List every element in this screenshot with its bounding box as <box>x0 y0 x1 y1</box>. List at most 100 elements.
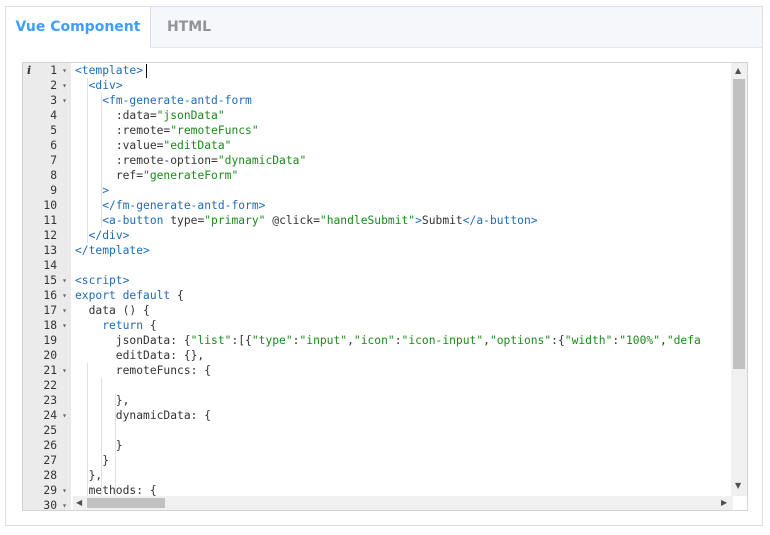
code-line: 4 :data="jsonData" <box>23 108 735 123</box>
indent-guide <box>87 363 88 510</box>
scroll-up-arrow-icon[interactable]: ▲ <box>735 66 741 75</box>
code-text: <template> <box>75 64 144 77</box>
code-text: </template> <box>75 244 150 257</box>
code-text: export default { <box>75 289 184 302</box>
code-line: 7 :remote-option="dynamicData" <box>23 153 735 168</box>
scroll-down-arrow-icon[interactable]: ▼ <box>735 481 741 490</box>
code-text: }, <box>75 469 103 482</box>
code-line: 17 ▾ data () { <box>23 303 735 318</box>
line-number: 1 <box>50 64 57 77</box>
code-line: i 1 ▾ <template> <box>23 63 735 78</box>
code-line: 16 ▾ export default { <box>23 288 735 303</box>
code-text: <script> <box>75 274 130 287</box>
fold-toggle-icon[interactable]: ▾ <box>60 78 69 93</box>
line-number: 7 <box>50 154 57 167</box>
line-number: 28 <box>43 469 57 482</box>
line-number: 3 <box>50 94 57 107</box>
fold-toggle-icon[interactable]: ▾ <box>60 303 69 318</box>
text-cursor <box>146 64 147 78</box>
line-number: 21 <box>43 364 57 377</box>
fold-toggle-icon[interactable]: ▾ <box>60 318 69 333</box>
code-text: data () { <box>75 304 150 317</box>
scroll-left-arrow-icon[interactable]: ◀ <box>76 498 82 507</box>
line-number: 2 <box>50 79 57 92</box>
code-text: }, <box>75 394 130 407</box>
code-text: remoteFuncs: { <box>75 364 212 377</box>
fold-toggle-icon[interactable]: ▾ <box>60 363 69 378</box>
code-text: dynamicData: { <box>75 409 212 422</box>
line-number: 13 <box>43 244 57 257</box>
line-number: 4 <box>50 109 57 122</box>
tab-html[interactable]: HTML <box>152 7 226 47</box>
fold-toggle-icon[interactable]: ▾ <box>60 93 69 108</box>
code-text: :remote="remoteFuncs" <box>115 124 259 137</box>
line-number: 12 <box>43 229 57 242</box>
code-editor[interactable]: i 1 ▾ <template> 2 ▾ <div> 3 ▾ <fm-generate-ant… <box>22 62 748 511</box>
line-number: 15 <box>43 274 57 287</box>
horizontal-scrollbar[interactable]: ◀ ▶ <box>73 496 733 510</box>
line-number: 25 <box>43 424 57 437</box>
indent-guide <box>115 393 116 510</box>
code-line: 12 </div> <box>23 228 735 243</box>
code-text: <div> <box>88 79 123 92</box>
code-text: :value="editData" <box>115 139 232 152</box>
line-number: 14 <box>43 259 57 272</box>
code-line: 20 editData: {}, <box>23 348 735 363</box>
code-text: ref="generateForm" <box>115 169 239 182</box>
line-number: 10 <box>43 199 57 212</box>
line-number: 18 <box>43 319 57 332</box>
vertical-scroll-thumb[interactable] <box>733 79 745 369</box>
code-text: > <box>102 184 110 197</box>
tab-bar: Vue Component HTML <box>6 7 762 48</box>
code-line: 21 ▾ remoteFuncs: { <box>23 363 735 378</box>
fold-toggle-icon[interactable]: ▾ <box>60 408 69 423</box>
tab-vue-component[interactable]: Vue Component <box>6 7 151 48</box>
line-number: 11 <box>43 214 57 227</box>
fold-toggle-icon[interactable]: ▾ <box>60 483 69 498</box>
code-line: 10 </fm-generate-antd-form> <box>23 198 735 213</box>
code-text: return { <box>102 319 157 332</box>
code-text: <a-button type="primary" @click="handleS… <box>102 214 538 227</box>
line-number: 23 <box>43 394 57 407</box>
line-number: 24 <box>43 409 57 422</box>
indent-guide <box>101 93 102 228</box>
code-line: 3 ▾ <fm-generate-antd-form <box>23 93 735 108</box>
code-line: 8 ref="generateForm" <box>23 168 735 183</box>
vertical-scrollbar[interactable]: ▲ ▼ <box>731 63 747 496</box>
code-line: 22 <box>23 378 735 393</box>
line-number: 26 <box>43 439 57 452</box>
line-number: 5 <box>50 124 57 137</box>
line-number: 19 <box>43 334 57 347</box>
code-line: 24 ▾ dynamicData: { <box>23 408 735 423</box>
code-text: :remote-option="dynamicData" <box>115 154 307 167</box>
code-text: </fm-generate-antd-form> <box>102 199 266 212</box>
fold-toggle-icon[interactable]: ▾ <box>60 273 69 288</box>
code-line: 2 ▾ <div> <box>23 78 735 93</box>
code-line: 5 :remote="remoteFuncs" <box>23 123 735 138</box>
line-number: 27 <box>43 454 57 467</box>
fold-toggle-icon[interactable]: ▾ <box>60 63 69 78</box>
code-text: :data="jsonData" <box>115 109 225 122</box>
code-line: 25 <box>23 423 735 438</box>
code-line: 28 }, <box>23 468 735 483</box>
horizontal-scroll-thumb[interactable] <box>87 498 165 508</box>
code-line: 9 > <box>23 183 735 198</box>
fold-toggle-icon[interactable]: ▾ <box>60 288 69 303</box>
line-number: 30 <box>43 499 57 511</box>
line-number: 9 <box>50 184 57 197</box>
line-number: 22 <box>43 379 57 392</box>
code-text: jsonData: {"list":[{"type":"input","icon… <box>75 334 701 347</box>
code-line: 26 } <box>23 438 735 453</box>
code-text: } <box>75 454 110 467</box>
scroll-right-arrow-icon[interactable]: ▶ <box>721 498 727 507</box>
code-preview-panel: Vue Component HTML i 1 ▾ <template> 2 ▾ <div>… <box>5 6 763 526</box>
line-number: 16 <box>43 289 57 302</box>
indent-guide <box>87 78 88 243</box>
line-number: 8 <box>50 169 57 182</box>
line-number: 17 <box>43 304 57 317</box>
fold-toggle-icon[interactable]: ▾ <box>60 498 69 510</box>
code-line: 23 }, <box>23 393 735 408</box>
code-line: 18 ▾ return { <box>23 318 735 333</box>
line-number: 6 <box>50 139 57 152</box>
code-text: editData: {}, <box>75 349 205 362</box>
